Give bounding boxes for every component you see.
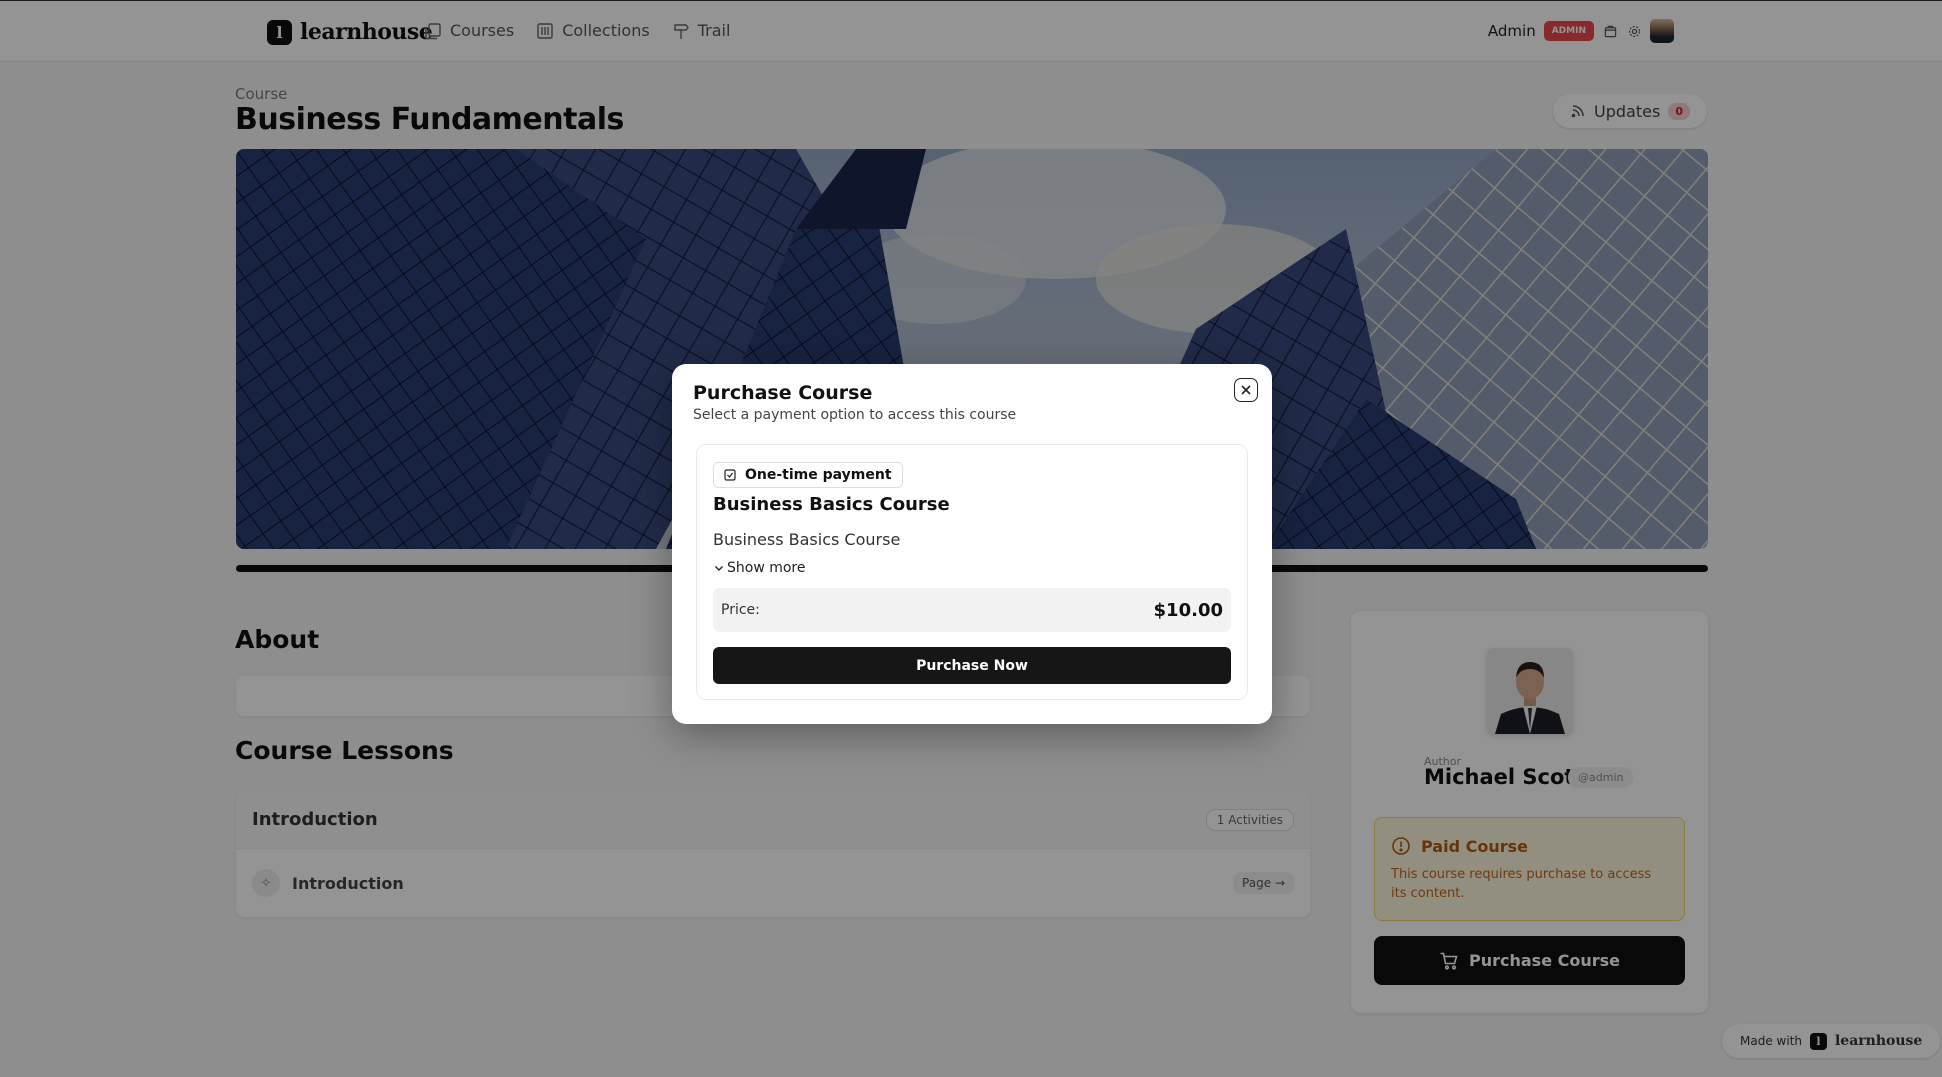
show-more-toggle[interactable]: Show more (713, 560, 806, 576)
price-label: Price: (721, 602, 760, 618)
price-value: $10.00 (1153, 599, 1223, 621)
check-square-icon (724, 469, 736, 481)
offer-description: Business Basics Course (713, 530, 901, 549)
purchase-course-dialog: Purchase Course Select a payment option … (672, 364, 1272, 724)
offer-name: Business Basics Course (713, 494, 950, 515)
show-more-label: Show more (727, 560, 806, 576)
chevron-down-icon (715, 566, 723, 571)
dialog-subtitle: Select a payment option to access this c… (693, 407, 1017, 423)
payment-offer-card: One-time payment Business Basics Course … (696, 444, 1248, 700)
close-button[interactable] (1234, 378, 1258, 402)
purchase-now-label: Purchase Now (916, 657, 1028, 674)
close-icon (1241, 385, 1251, 395)
price-row: Price: $10.00 (713, 588, 1231, 632)
purchase-now-button[interactable]: Purchase Now (713, 647, 1231, 684)
payment-type-label: One-time payment (745, 467, 892, 483)
dialog-title: Purchase Course (693, 382, 873, 404)
payment-type-badge: One-time payment (713, 462, 903, 488)
